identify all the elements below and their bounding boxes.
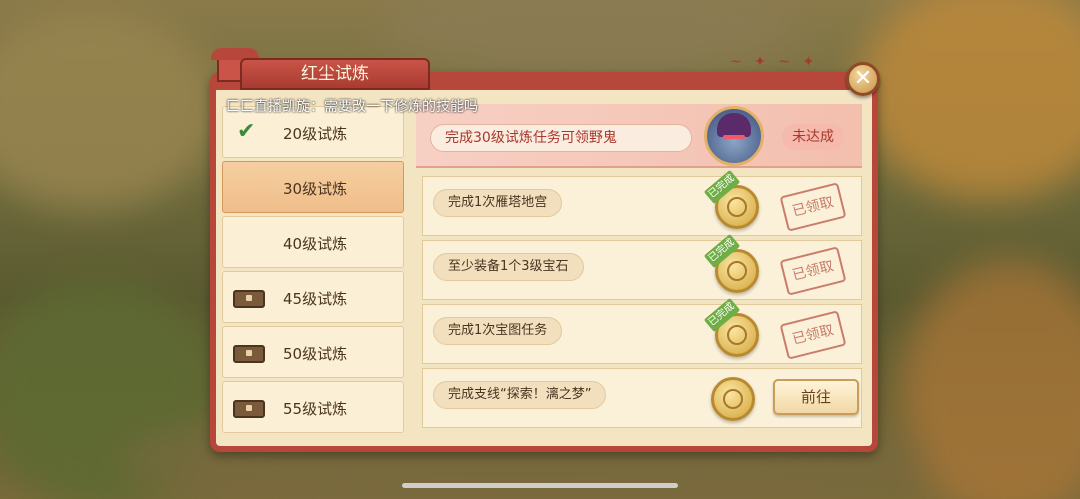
check-icon: ✔ xyxy=(237,119,256,144)
task-row: 完成1次宝图任务 已完成 已领取 xyxy=(422,297,862,364)
level-label: 40级试炼 xyxy=(283,235,348,253)
chest-icon xyxy=(233,345,265,363)
task-row: 至少装备1个3级宝石 已完成 已领取 xyxy=(422,233,862,300)
chest-icon xyxy=(233,290,265,308)
level-item-30[interactable]: 30级试炼 xyxy=(222,161,404,213)
level-label: 50级试炼 xyxy=(283,345,348,363)
claimed-stamp: 已领取 xyxy=(779,310,847,360)
window-title: 红尘试炼 xyxy=(240,58,430,90)
background-blur xyxy=(0,10,220,210)
background-blur xyxy=(860,0,1080,200)
level-label: 45级试炼 xyxy=(283,290,348,308)
chest-icon xyxy=(233,400,265,418)
task-text: 完成1次雁塔地宫 xyxy=(433,189,563,217)
level-item-45[interactable]: 45级试炼 xyxy=(222,271,404,323)
status-badge: 未达成 xyxy=(782,124,844,150)
level-item-55[interactable]: 55级试炼 xyxy=(222,381,404,433)
task-text: 完成支线“探索！漓之梦” xyxy=(433,381,607,409)
level-list: ✔ 20级试炼 30级试炼 40级试炼 45级试炼 50级试炼 55级试炼 xyxy=(222,106,404,434)
task-row: 完成支线“探索！漓之梦” 前往 xyxy=(422,368,862,428)
goto-button[interactable]: 前往 xyxy=(773,379,859,415)
ghost-avatar-icon[interactable] xyxy=(704,106,764,166)
level-item-40[interactable]: 40级试炼 xyxy=(222,216,404,268)
task-text: 至少装备1个3级宝石 xyxy=(433,253,584,281)
level-label: 30级试炼 xyxy=(283,180,348,198)
level-label: 20级试炼 xyxy=(283,125,348,143)
level-item-50[interactable]: 50级试炼 xyxy=(222,326,404,378)
coin-icon[interactable] xyxy=(711,377,755,421)
live-chat-overlay: 匚匚直播凯旋：需要改一下修炼的技能吗 xyxy=(226,99,478,115)
task-text: 完成1次宝图任务 xyxy=(433,317,563,345)
claimed-stamp: 已领取 xyxy=(779,182,847,232)
home-indicator[interactable] xyxy=(402,483,678,488)
task-row: 完成1次雁塔地宫 已完成 已领取 xyxy=(422,169,862,236)
level-label: 55级试炼 xyxy=(283,400,348,418)
reward-description: 完成30级试炼任务可领野鬼 xyxy=(430,124,692,152)
claimed-stamp: 已领取 xyxy=(779,246,847,296)
background-blur xyxy=(900,260,1080,499)
close-button[interactable]: ✕ xyxy=(846,62,880,96)
cloud-decoration-icon: ~ ✦ ~ ✦ xyxy=(730,54,819,70)
